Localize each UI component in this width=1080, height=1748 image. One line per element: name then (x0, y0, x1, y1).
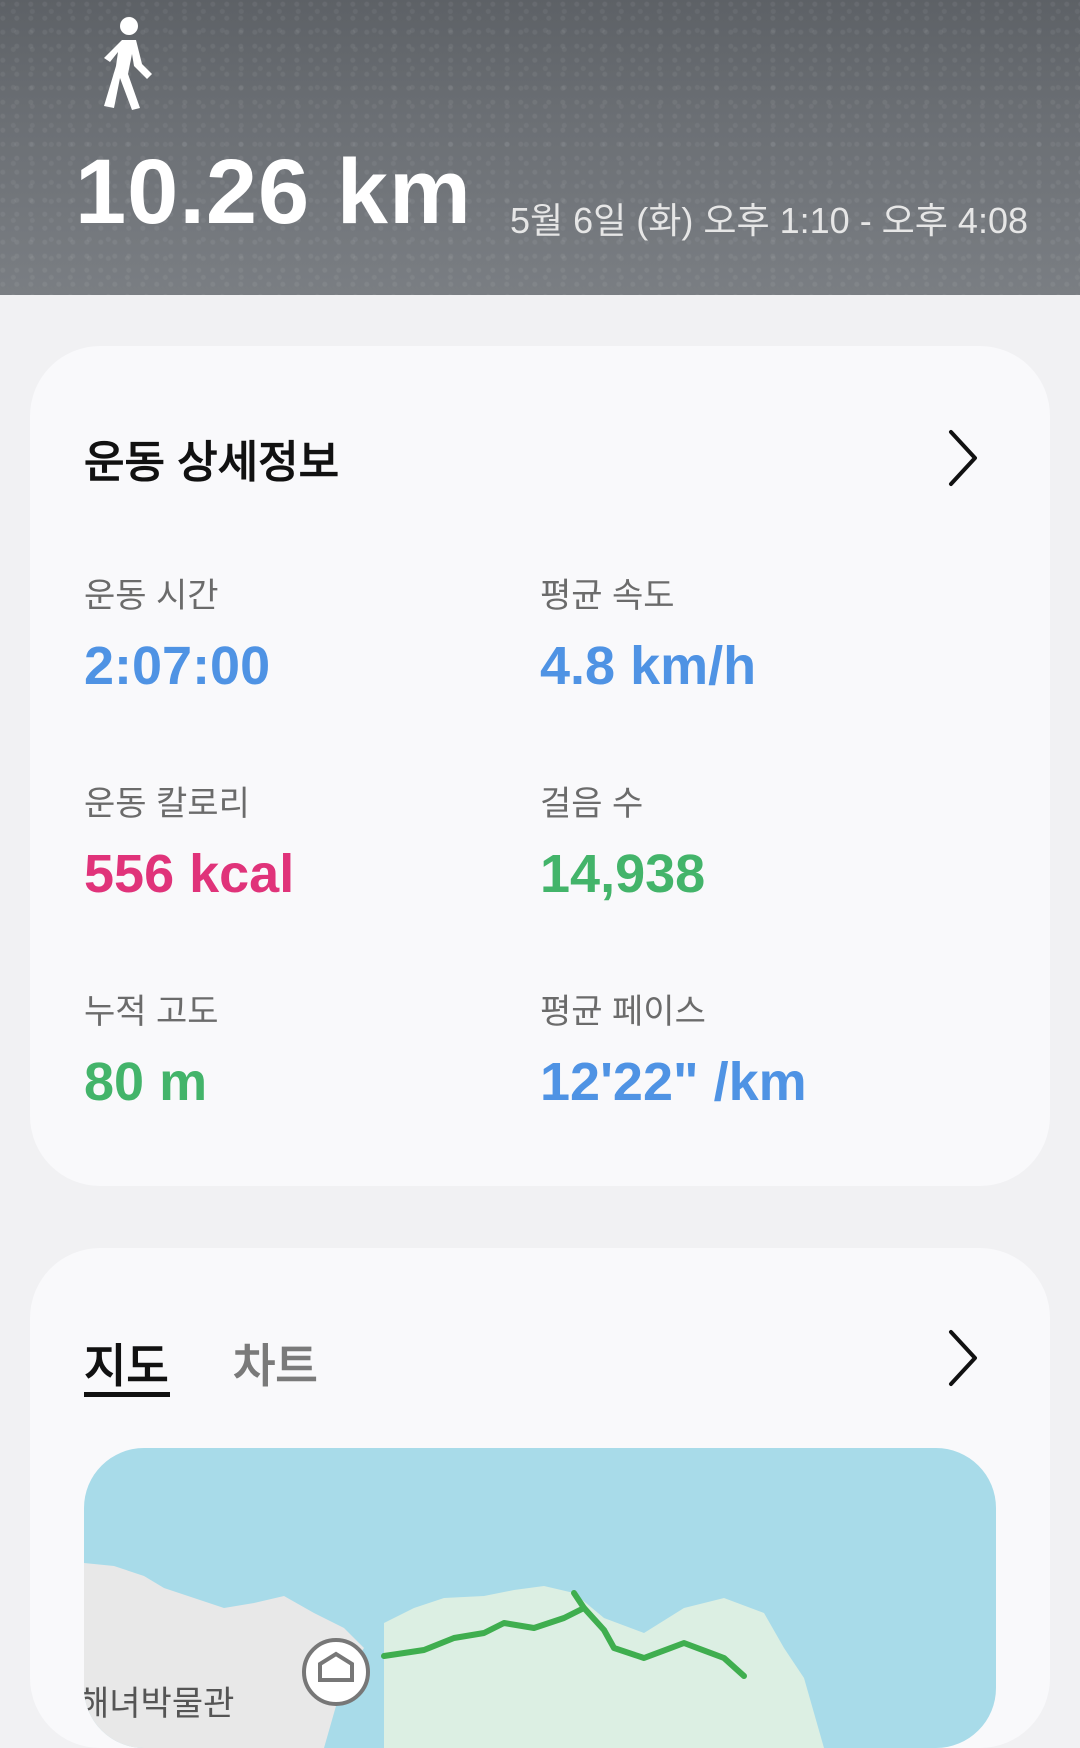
stat-label: 누적 고도 (84, 993, 219, 1031)
stat-value: 12'22" /km (540, 1052, 807, 1112)
workout-date-range: 5월 6일 (화) 오후 1:10 - 오후 4:08 (510, 200, 1028, 241)
map-chart-card: 지도 차트 해녀박물관 (30, 1248, 1050, 1748)
tab-chart[interactable]: 차트 (233, 1330, 318, 1396)
route-map[interactable]: 해녀박물관 (84, 1448, 996, 1748)
card-title: 운동 상세정보 (84, 438, 340, 487)
stat-label: 운동 시간 (84, 577, 219, 615)
stat-label: 걸음 수 (540, 785, 644, 823)
stat-label: 평균 속도 (540, 577, 675, 615)
active-tab-indicator (84, 1392, 170, 1397)
stat-elevation-gain: 누적 고도 80 m (84, 984, 219, 1113)
stat-value: 80 m (84, 1052, 208, 1112)
stat-average-speed: 평균 속도 4.8 km/h (540, 568, 756, 697)
stat-value: 4.8 km/h (540, 636, 757, 696)
header-banner: 10.26 km 5월 6일 (화) 오후 1:10 - 오후 4:08 (0, 0, 1080, 295)
stat-label: 평균 페이스 (540, 993, 706, 1031)
stat-value: 14,938 (540, 844, 706, 904)
tab-map[interactable]: 지도 (84, 1330, 169, 1396)
chevron-right-icon[interactable] (946, 1328, 980, 1388)
stat-average-pace: 평균 페이스 12'22" /km (540, 984, 807, 1113)
stat-value: 2:07:00 (84, 636, 271, 696)
museum-icon (302, 1638, 370, 1706)
stat-steps: 걸음 수 14,938 (540, 776, 705, 905)
stat-label: 운동 칼로리 (84, 785, 250, 823)
stat-value: 556 kcal (84, 844, 295, 904)
workout-details-card: 운동 상세정보 운동 시간 2:07:00 평균 속도 4.8 km/h 운동 … (30, 346, 1050, 1186)
stat-calories: 운동 칼로리 556 kcal (84, 776, 294, 905)
chevron-right-icon[interactable] (946, 428, 980, 488)
total-distance: 10.26 km (75, 141, 472, 243)
walking-person-icon (104, 17, 152, 110)
stat-workout-time: 운동 시간 2:07:00 (84, 568, 270, 697)
